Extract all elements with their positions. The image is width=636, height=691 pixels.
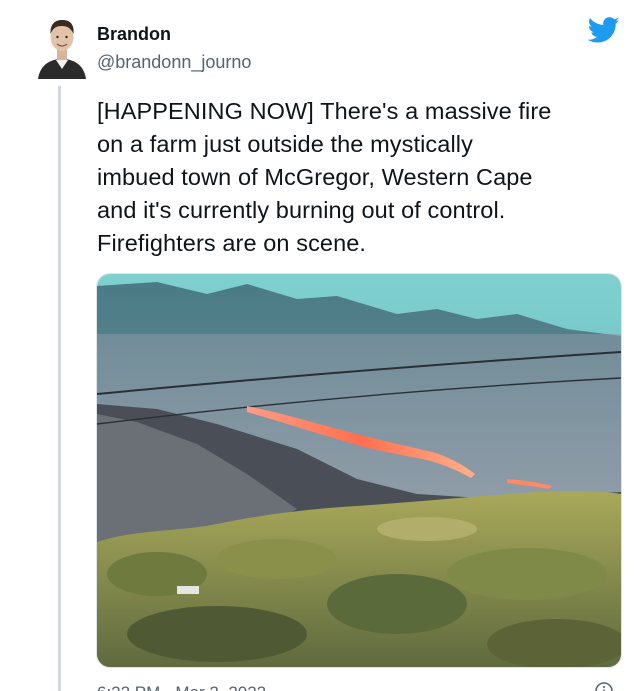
tweet-timestamp[interactable]: 6:22 PM · Mar 2, 2022 bbox=[97, 682, 266, 691]
thread-line bbox=[58, 86, 61, 691]
author-handle[interactable]: @brandonn_journo bbox=[97, 50, 251, 74]
tweet-card: Brandon @brandonn_journo [HAPPENING NOW]… bbox=[0, 0, 636, 691]
author-name[interactable]: Brandon bbox=[97, 22, 171, 46]
info-icon[interactable] bbox=[594, 681, 614, 691]
avatar[interactable] bbox=[34, 13, 90, 79]
tweet-photo[interactable] bbox=[96, 273, 622, 668]
tweet-text: [HAPPENING NOW] There's a massive fire o… bbox=[97, 98, 552, 256]
twitter-bird-icon[interactable] bbox=[586, 14, 622, 46]
